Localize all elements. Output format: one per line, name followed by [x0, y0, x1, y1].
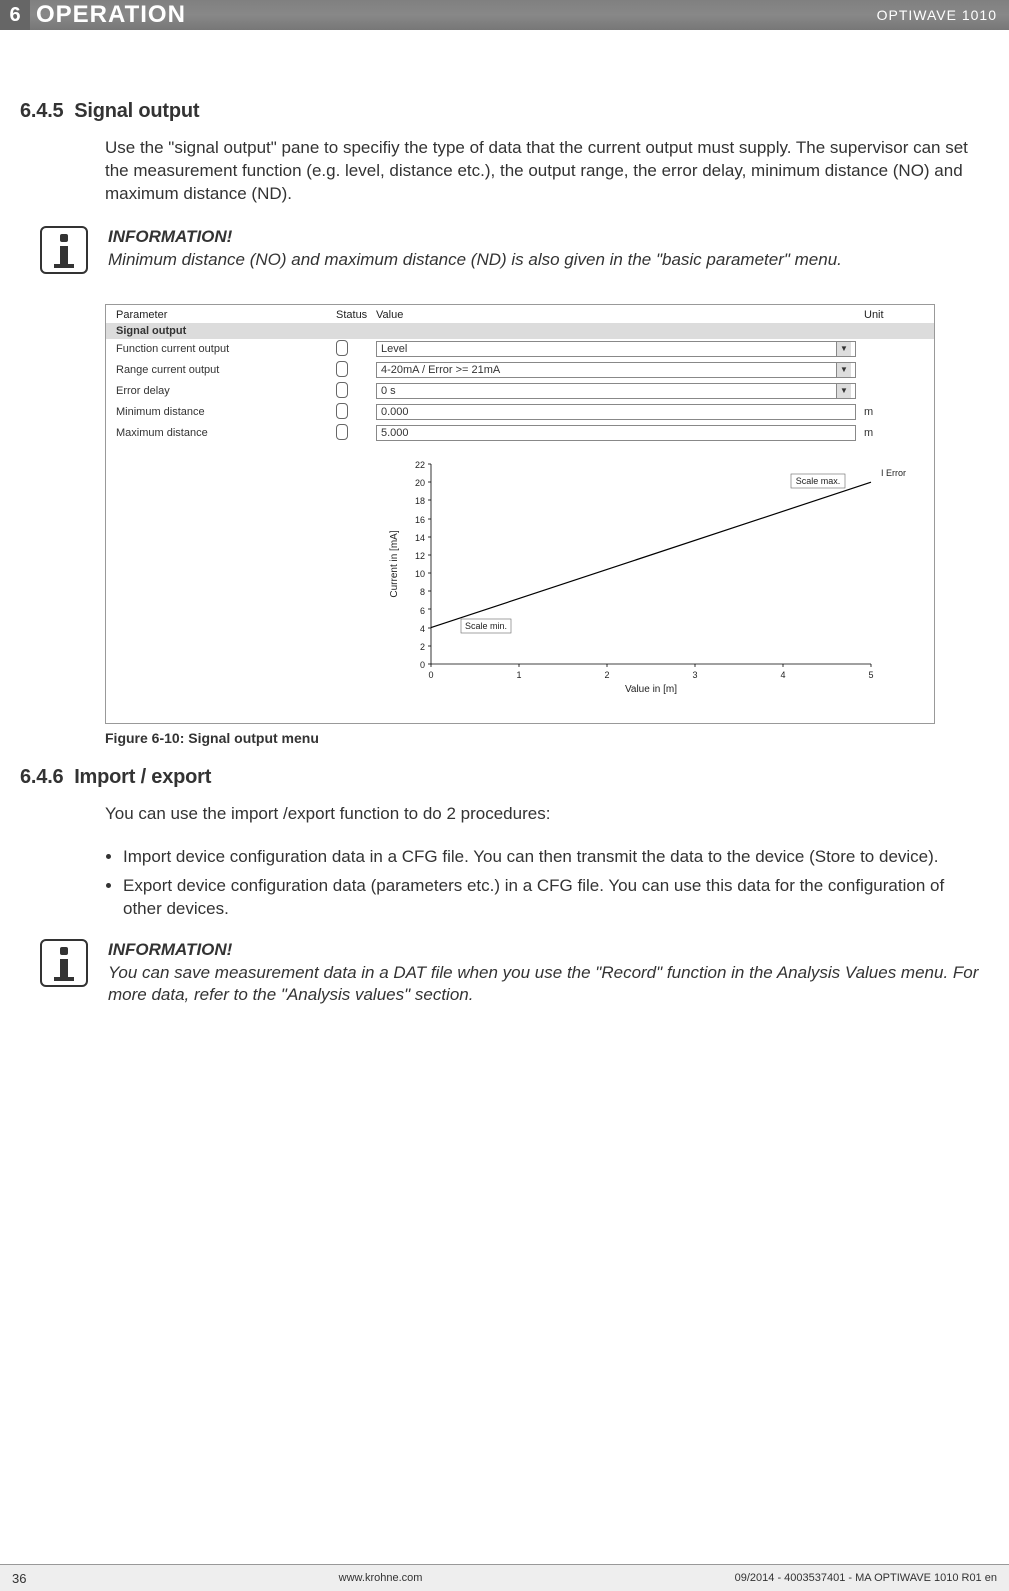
status-cell: [336, 403, 376, 422]
unit-cell: m: [856, 406, 924, 418]
chevron-down-icon: ▼: [836, 384, 851, 398]
error-delay-select[interactable]: 0 s ▼: [376, 383, 856, 399]
info-title: INFORMATION!: [108, 939, 979, 962]
section1-paragraph: Use the "signal output" pane to specifiy…: [105, 137, 979, 206]
param-label: Function current output: [116, 343, 336, 355]
table-row: Error delay 0 s ▼: [106, 381, 934, 402]
output-chart: 0 2 4 6 8 10 12 14 16 18 20 22: [386, 454, 926, 694]
scale-min-label: Scale min.: [465, 621, 507, 631]
status-cell: [336, 382, 376, 401]
chapter-title: OPERATION: [36, 1, 877, 29]
svg-text:16: 16: [415, 515, 425, 525]
table-row: Minimum distance 0.000 m: [106, 402, 934, 423]
i-error-label: I Error: [881, 468, 906, 478]
svg-text:4: 4: [420, 624, 425, 634]
footer-url: www.krohne.com: [339, 1572, 423, 1584]
figure-caption: Figure 6-10: Signal output menu: [105, 730, 979, 746]
section-heading-2: 6.4.6 Import / export: [20, 766, 979, 789]
status-icon: [336, 382, 348, 398]
param-label: Maximum distance: [116, 427, 336, 439]
scale-max-label: Scale max.: [796, 476, 841, 486]
section-title: Import / export: [74, 766, 211, 788]
input-value: 5.000: [381, 426, 409, 440]
info-icon: [40, 939, 88, 987]
col-header-value: Value: [376, 309, 864, 321]
info-block-1: INFORMATION! Minimum distance (NO) and m…: [40, 226, 979, 274]
y-axis-label: Current in [mA]: [389, 530, 400, 597]
col-header-status: Status: [336, 309, 376, 321]
table-row: Range current output 4-20mA / Error >= 2…: [106, 360, 934, 381]
svg-text:6: 6: [420, 606, 425, 616]
bullet-list: Import device configuration data in a CF…: [105, 846, 949, 921]
svg-text:20: 20: [415, 478, 425, 488]
svg-text:18: 18: [415, 496, 425, 506]
param-label: Range current output: [116, 364, 336, 376]
chapter-number: 6: [0, 0, 30, 30]
range-select[interactable]: 4-20mA / Error >= 21mA ▼: [376, 362, 856, 378]
footer-docref: 09/2014 - 4003537401 - MA OPTIWAVE 1010 …: [735, 1572, 997, 1584]
page-footer: 36 www.krohne.com 09/2014 - 4003537401 -…: [0, 1564, 1009, 1591]
select-value: 4-20mA / Error >= 21mA: [381, 363, 500, 377]
list-item: Import device configuration data in a CF…: [123, 846, 949, 869]
x-axis-label: Value in [m]: [625, 684, 677, 694]
svg-text:2: 2: [420, 642, 425, 652]
screenshot-container: Parameter Status Value Unit Signal outpu…: [105, 304, 935, 724]
signal-output-pane: Parameter Status Value Unit Signal outpu…: [105, 304, 935, 724]
info-text: INFORMATION! You can save measurement da…: [108, 939, 979, 1008]
input-value: 0.000: [381, 405, 409, 419]
svg-text:0: 0: [428, 670, 433, 680]
svg-text:4: 4: [780, 670, 785, 680]
status-cell: [336, 340, 376, 359]
product-name: OPTIWAVE 1010: [877, 7, 997, 23]
svg-text:5: 5: [868, 670, 873, 680]
status-cell: [336, 424, 376, 443]
section-num: 6.4.5: [20, 100, 63, 122]
svg-text:12: 12: [415, 551, 425, 561]
status-icon: [336, 361, 348, 377]
page-header: 6 OPERATION OPTIWAVE 1010: [0, 0, 1009, 30]
min-distance-input[interactable]: 0.000: [376, 404, 856, 420]
param-label: Error delay: [116, 385, 336, 397]
section2-paragraph: You can use the import /export function …: [105, 803, 979, 826]
svg-text:10: 10: [415, 569, 425, 579]
status-cell: [336, 361, 376, 380]
col-header-parameter: Parameter: [116, 309, 336, 321]
info-icon: [40, 226, 88, 274]
section-num: 6.4.6: [20, 766, 63, 788]
info-body: You can save measurement data in a DAT f…: [108, 962, 979, 1008]
info-block-2: INFORMATION! You can save measurement da…: [40, 939, 979, 1008]
info-text: INFORMATION! Minimum distance (NO) and m…: [108, 226, 979, 272]
svg-text:22: 22: [415, 460, 425, 470]
table-row: Function current output Level ▼: [106, 339, 934, 360]
svg-text:14: 14: [415, 533, 425, 543]
page-number: 36: [12, 1571, 26, 1586]
status-icon: [336, 403, 348, 419]
section-heading-1: 6.4.5 Signal output: [20, 100, 979, 123]
param-label: Minimum distance: [116, 406, 336, 418]
svg-text:2: 2: [604, 670, 609, 680]
function-select[interactable]: Level ▼: [376, 341, 856, 357]
col-header-unit: Unit: [864, 309, 924, 321]
table-header-row: Parameter Status Value Unit: [106, 305, 934, 323]
section-title: Signal output: [74, 100, 199, 122]
svg-text:8: 8: [420, 587, 425, 597]
max-distance-input[interactable]: 5.000: [376, 425, 856, 441]
svg-text:3: 3: [692, 670, 697, 680]
svg-text:0: 0: [420, 660, 425, 670]
page-content: 6.4.5 Signal output Use the "signal outp…: [0, 30, 1009, 1007]
select-value: 0 s: [381, 384, 396, 398]
chevron-down-icon: ▼: [836, 363, 851, 377]
select-value: Level: [381, 342, 407, 356]
chevron-down-icon: ▼: [836, 342, 851, 356]
table-row: Maximum distance 5.000 m: [106, 423, 934, 444]
unit-cell: m: [856, 427, 924, 439]
table-section-label: Signal output: [106, 323, 934, 339]
list-item: Export device configuration data (parame…: [123, 875, 949, 921]
info-body: Minimum distance (NO) and maximum distan…: [108, 249, 979, 272]
status-icon: [336, 340, 348, 356]
info-title: INFORMATION!: [108, 226, 979, 249]
svg-text:1: 1: [516, 670, 521, 680]
status-icon: [336, 424, 348, 440]
